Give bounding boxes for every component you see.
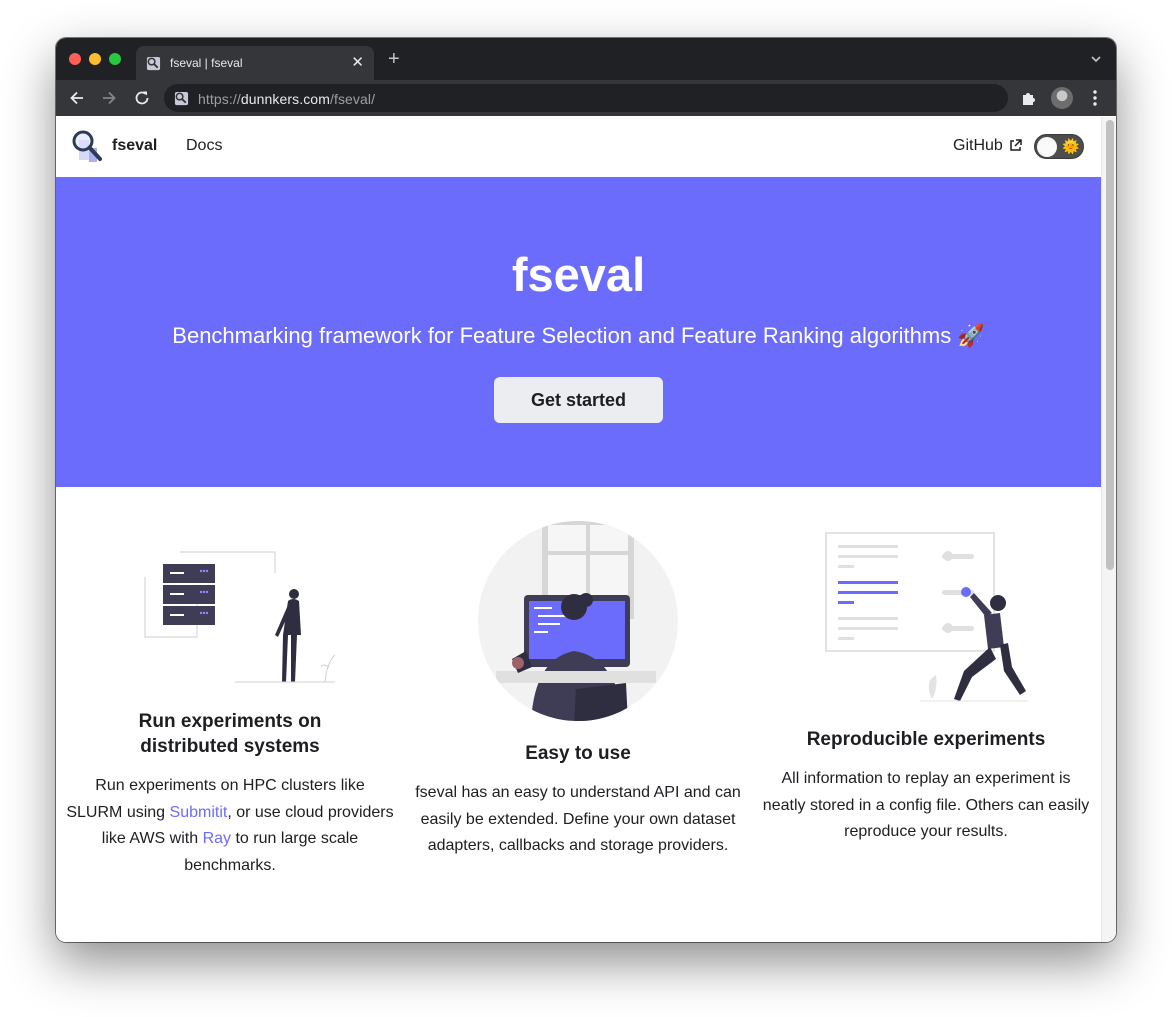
feature-easy: Easy to use fseval has an easy to unders… xyxy=(404,517,752,860)
tab-close-icon[interactable]: ✕ xyxy=(351,53,364,71)
tab-title: fseval | fseval xyxy=(170,56,243,70)
nav-link-github[interactable]: GitHub xyxy=(953,137,1003,155)
minimize-window-button[interactable] xyxy=(89,53,101,65)
new-tab-button[interactable]: + xyxy=(388,49,400,69)
page-scrollbar[interactable] xyxy=(1101,117,1116,942)
hero-banner: fseval Benchmarking framework for Featur… xyxy=(56,177,1101,487)
hero-subtitle: Benchmarking framework for Feature Selec… xyxy=(172,323,985,348)
developer-illustration xyxy=(478,521,678,721)
feature-title: Run experiments on distributed systems xyxy=(138,711,322,757)
brand-name[interactable]: fseval xyxy=(112,137,157,155)
server-illustration xyxy=(144,551,335,683)
favicon-icon xyxy=(146,56,161,71)
browser-toolbar: https://dunnkers.com/fseval/ xyxy=(56,80,1116,116)
feature-description: fseval has an easy to understand API and… xyxy=(415,784,741,854)
avatar[interactable] xyxy=(1051,87,1073,109)
reload-icon[interactable] xyxy=(133,89,151,107)
page-viewport: fseval Docs GitHub 🌞 fseval Benchmarking… xyxy=(56,117,1101,942)
sun-icon: 🌞 xyxy=(1062,138,1080,154)
feature-title: Easy to use xyxy=(525,743,631,764)
chevron-down-icon[interactable] xyxy=(1090,53,1102,65)
magnifier-logo-icon[interactable] xyxy=(71,130,105,164)
settings-illustration xyxy=(825,532,1028,702)
ray-link[interactable]: Ray xyxy=(203,830,231,847)
submitit-link[interactable]: Submitit xyxy=(170,804,228,821)
puzzle-icon[interactable] xyxy=(1020,89,1038,107)
feature-description: Run experiments on HPC clusters like SLU… xyxy=(66,777,394,874)
feature-description: All information to replay an experiment … xyxy=(762,770,1090,840)
url-text: https://dunnkers.com/fseval/ xyxy=(198,91,376,107)
arrow-right-icon[interactable] xyxy=(100,89,118,107)
arrow-left-icon[interactable] xyxy=(68,89,86,107)
hero-title: fseval xyxy=(511,248,646,301)
get-started-button[interactable]: Get started xyxy=(494,377,663,423)
external-link-icon xyxy=(1010,139,1022,151)
site-info-icon[interactable] xyxy=(174,91,189,106)
kebab-menu-icon[interactable] xyxy=(1087,89,1103,107)
site-navbar: fseval Docs GitHub 🌞 xyxy=(56,117,1101,177)
maximize-window-button[interactable] xyxy=(109,53,121,65)
close-window-button[interactable] xyxy=(69,53,81,65)
browser-window: fseval | fseval ✕ + https://dunnkers.com… xyxy=(56,38,1116,942)
feature-reproducible: Reproducible experiments All information… xyxy=(752,517,1100,846)
toggle-knob xyxy=(1037,137,1057,157)
address-bar[interactable]: https://dunnkers.com/fseval/ xyxy=(164,84,1008,112)
scrollbar-thumb[interactable] xyxy=(1106,120,1114,570)
nav-link-docs[interactable]: Docs xyxy=(186,137,222,155)
feature-title: Reproducible experiments xyxy=(806,729,1046,750)
tab-fseval[interactable]: fseval | fseval ✕ xyxy=(136,46,374,80)
feature-distributed: Run experiments on distributed systems R… xyxy=(56,517,404,879)
theme-toggle[interactable]: 🌞 xyxy=(1034,134,1084,159)
tab-strip: fseval | fseval ✕ + xyxy=(56,38,1116,80)
